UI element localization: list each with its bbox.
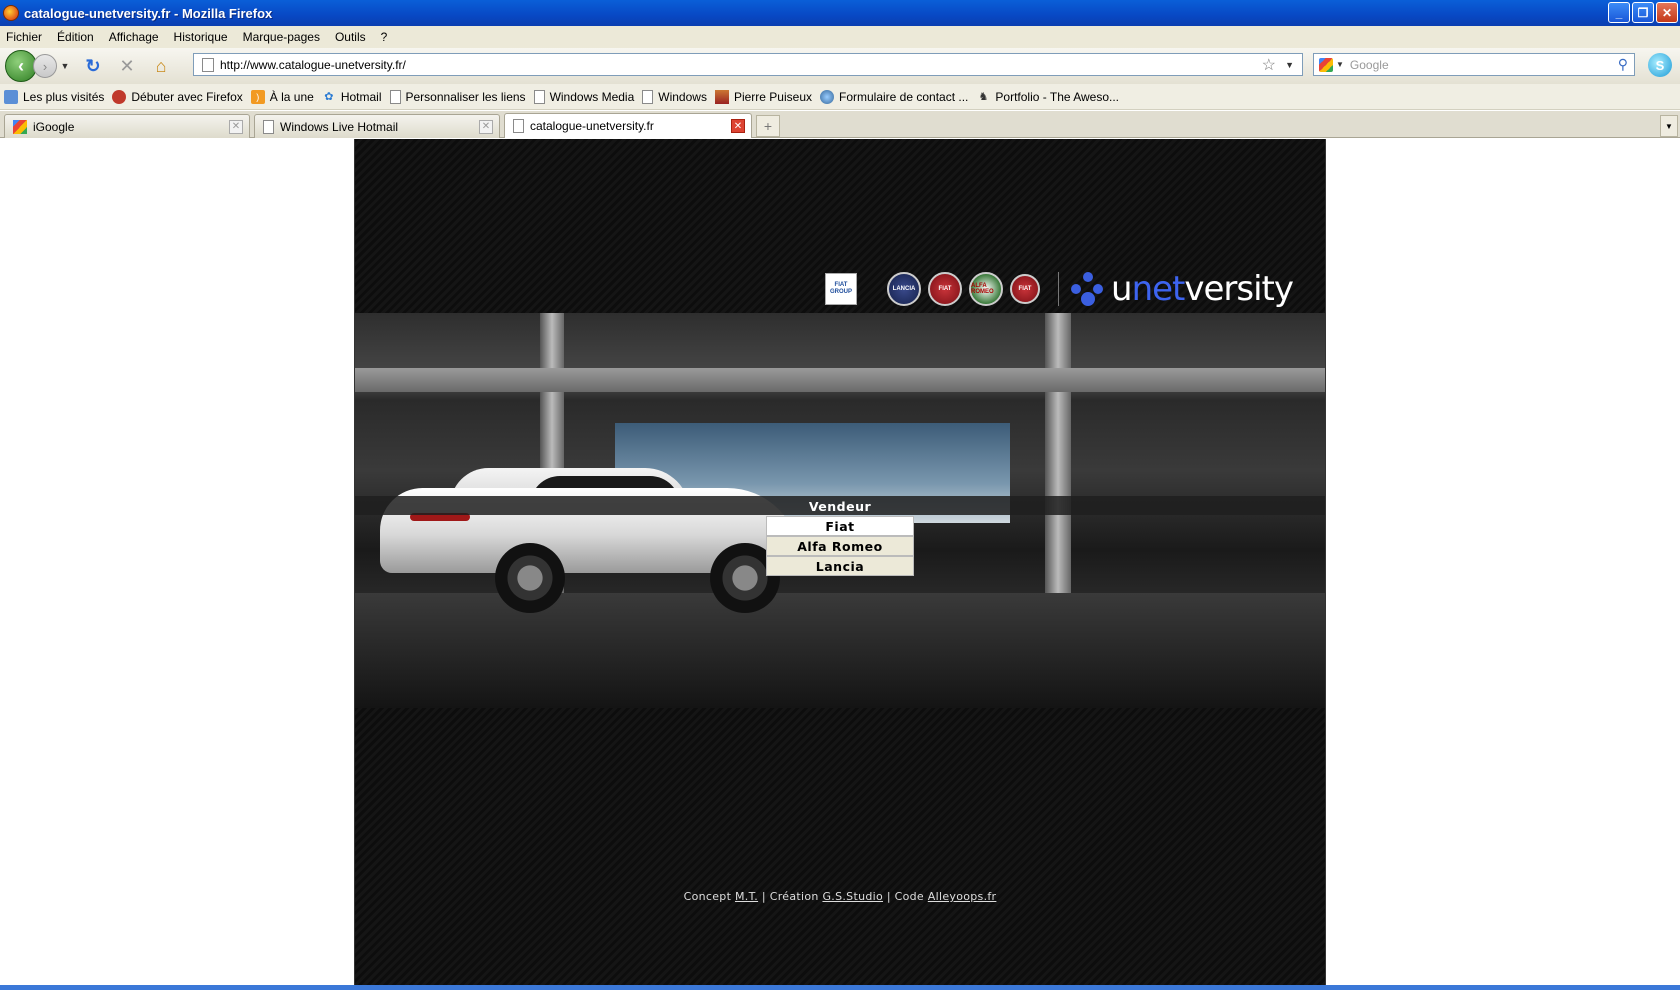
menu-marque-pages[interactable]: Marque-pages: [243, 30, 320, 44]
page-icon: [533, 89, 545, 104]
menu-affichage[interactable]: Affichage: [109, 30, 159, 44]
concept-link[interactable]: M.T.: [735, 890, 758, 903]
bookmark-item[interactable]: Les plus visités: [4, 89, 104, 104]
new-tab-button[interactable]: +: [756, 115, 780, 137]
menu-outils[interactable]: Outils: [335, 30, 366, 44]
bookmark-star-icon[interactable]: ☆: [1262, 55, 1276, 75]
google-icon[interactable]: [1319, 57, 1333, 72]
firefox-icon: [3, 5, 19, 21]
logo-divider: [1058, 272, 1059, 306]
menu-item-alfa-romeo[interactable]: Alfa Romeo: [766, 536, 914, 556]
reload-icon[interactable]: ↻: [81, 54, 105, 78]
forward-button[interactable]: ›: [33, 54, 57, 78]
car-image: [380, 468, 820, 613]
search-bar[interactable]: ▼ Google ⚲: [1313, 53, 1635, 76]
menu-fichier[interactable]: Fichier: [6, 30, 42, 44]
google-icon: [13, 119, 27, 134]
menu-vendeur[interactable]: Vendeur: [766, 496, 914, 516]
fiat-professional-logo: FIAT: [1010, 274, 1040, 304]
menu-help[interactable]: ?: [381, 30, 388, 44]
msn-icon: ✿: [324, 91, 334, 103]
close-tab-icon[interactable]: ✕: [479, 119, 493, 134]
tab-catalogue[interactable]: catalogue-unetversity.fr ✕: [504, 113, 752, 138]
pillar: [1045, 313, 1071, 593]
url-bar[interactable]: http://www.catalogue-unetversity.fr/ ☆ ▼: [193, 53, 1303, 76]
page-icon: [389, 89, 401, 104]
bookmark-item[interactable]: Personnaliser les liens: [389, 89, 526, 104]
menu-item-fiat[interactable]: Fiat: [766, 516, 914, 536]
creation-link[interactable]: G.S.Studio: [822, 890, 883, 903]
page-icon: [642, 89, 654, 104]
close-tab-icon[interactable]: ✕: [229, 119, 243, 134]
menu-edition[interactable]: Édition: [57, 30, 94, 44]
flag-icon: [714, 89, 729, 104]
status-bar: [0, 985, 1680, 990]
maximize-button[interactable]: ❐: [1632, 2, 1654, 23]
close-window-button[interactable]: ✕: [1656, 2, 1678, 23]
bookmark-item[interactable]: Débuter avec Firefox: [112, 89, 243, 104]
fiat-logo: FIAT: [928, 272, 962, 306]
menu-bar: Fichier Édition Affichage Historique Mar…: [0, 26, 1680, 48]
menu-item-lancia[interactable]: Lancia: [766, 556, 914, 576]
car-wheel: [495, 543, 565, 613]
beam: [355, 368, 1325, 392]
lancia-logo: LANCIA: [887, 272, 921, 306]
search-engine-dropdown-icon[interactable]: ▼: [1336, 60, 1344, 69]
bookmark-item[interactable]: ) À la une: [250, 89, 314, 104]
history-dropdown-icon[interactable]: ▼: [59, 61, 71, 71]
navigation-toolbar: ‹ › ▼ ↻ ✕ ⌂ http://www.catalogue-unetver…: [0, 48, 1680, 84]
folder-icon: [4, 89, 18, 104]
home-icon[interactable]: ⌂: [149, 54, 173, 78]
url-text[interactable]: http://www.catalogue-unetversity.fr/: [220, 58, 406, 72]
floor: [355, 593, 1325, 708]
unetversity-logo: unetversity: [1111, 269, 1294, 309]
code-link[interactable]: Alleyoops.fr: [928, 890, 997, 903]
tab-hotmail[interactable]: Windows Live Hotmail ✕: [254, 114, 500, 138]
page-icon: [263, 119, 274, 134]
globe-icon: [820, 89, 834, 104]
bookmark-item[interactable]: ♞ Portfolio - The Aweso...: [976, 90, 1119, 104]
bookmarks-toolbar: Les plus visités Débuter avec Firefox ) À…: [0, 84, 1680, 110]
page-icon: [202, 57, 214, 72]
close-tab-icon[interactable]: ✕: [731, 119, 745, 133]
bookmark-item[interactable]: Windows: [642, 89, 707, 104]
search-icon[interactable]: ⚲: [1618, 56, 1628, 73]
url-dropdown-icon[interactable]: ▼: [1285, 60, 1294, 70]
alfa-romeo-logo: ALFA ROMEO: [969, 272, 1003, 306]
brand-logos: FIAT GROUP LANCIA FIAT ALFA ROMEO FIAT u…: [825, 269, 1294, 309]
site-footer: Concept M.T. | Création G.S.Studio | Cod…: [683, 890, 997, 903]
window-title: catalogue-unetversity.fr - Mozilla Firef…: [24, 5, 273, 21]
skype-icon[interactable]: S: [1648, 53, 1672, 77]
bookmark-item[interactable]: ✿ Hotmail: [322, 90, 381, 104]
list-all-tabs-icon[interactable]: ▼: [1660, 115, 1678, 137]
site-container: FIAT GROUP LANCIA FIAT ALFA ROMEO FIAT u…: [354, 139, 1326, 985]
stop-icon[interactable]: ✕: [115, 54, 139, 78]
page-viewport: FIAT GROUP LANCIA FIAT ALFA ROMEO FIAT u…: [0, 139, 1680, 985]
firefox-icon: [112, 89, 127, 104]
bookmark-item[interactable]: Windows Media: [533, 89, 634, 104]
bat-icon: ♞: [978, 91, 989, 103]
minimize-button[interactable]: _: [1608, 2, 1630, 23]
title-bar: catalogue-unetversity.fr - Mozilla Firef…: [0, 0, 1680, 26]
bookmark-item[interactable]: Pierre Puiseux: [714, 89, 812, 104]
unetversity-mark-icon: [1071, 272, 1105, 306]
tab-igoogle[interactable]: iGoogle ✕: [4, 114, 250, 138]
fiat-group-logo: FIAT GROUP: [825, 273, 857, 305]
rss-icon: ): [250, 89, 265, 104]
search-placeholder[interactable]: Google: [1350, 58, 1389, 72]
page-icon: [513, 119, 524, 133]
bookmark-item[interactable]: Formulaire de contact ...: [820, 89, 968, 104]
window-controls: _ ❐ ✕: [1608, 2, 1678, 23]
tab-bar: iGoogle ✕ Windows Live Hotmail ✕ catalog…: [0, 111, 1680, 138]
menu-historique[interactable]: Historique: [174, 30, 228, 44]
